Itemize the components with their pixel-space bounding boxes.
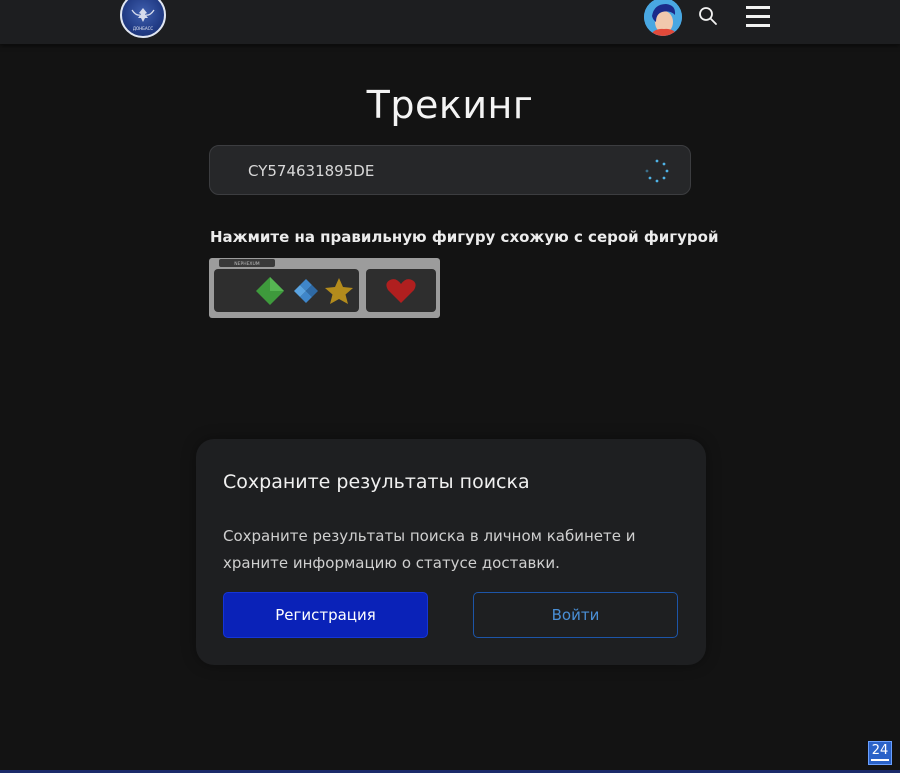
captcha-badge: NEPHEXUM <box>219 259 275 267</box>
top-navigation-bar: ДОНБАСС <box>0 0 900 44</box>
captcha-badge-text: NEPHEXUM <box>234 261 260 267</box>
login-button[interactable]: Войти <box>473 592 678 638</box>
captcha-prompt: Нажмите на правильную фигуру схожую с се… <box>210 228 719 246</box>
save-results-card: Сохраните результаты поиска Сохраните ре… <box>196 439 706 665</box>
heart-shape-icon <box>386 279 416 303</box>
save-card-title: Сохраните результаты поиска <box>223 471 530 493</box>
register-button[interactable]: Регистрация <box>223 592 428 638</box>
menu-button[interactable] <box>746 3 772 29</box>
search-icon <box>699 7 717 25</box>
logo-text: ДОНБАСС <box>133 26 154 31</box>
avatar-icon <box>644 0 682 36</box>
cross-shape-icon[interactable] <box>292 277 320 305</box>
user-avatar[interactable] <box>644 0 682 36</box>
captcha-target-slot <box>366 269 436 312</box>
diamond-shape-icon[interactable] <box>254 276 286 306</box>
hamburger-line <box>746 24 770 27</box>
eagle-emblem-icon: ДОНБАСС <box>131 8 155 31</box>
page-title: Трекинг <box>366 83 534 128</box>
captcha-brand-logo: NEPHEXUM <box>234 261 260 267</box>
hamburger-line <box>746 15 770 18</box>
hamburger-menu-icon <box>746 6 770 9</box>
tracking-number-input[interactable] <box>246 158 630 184</box>
save-card-text: Сохраните результаты поиска в личном каб… <box>223 527 636 572</box>
tracking-field[interactable] <box>209 145 691 195</box>
search-button[interactable] <box>697 5 719 27</box>
captcha-choices-tray <box>214 269 359 312</box>
captcha-widget: NEPHEXUM <box>209 258 440 318</box>
star-shape-icon[interactable] <box>324 277 354 305</box>
logo[interactable]: ДОНБАСС <box>120 0 166 38</box>
corner-widget-badge[interactable]: 24 <box>868 741 892 765</box>
loading-spinner-icon <box>645 159 669 183</box>
